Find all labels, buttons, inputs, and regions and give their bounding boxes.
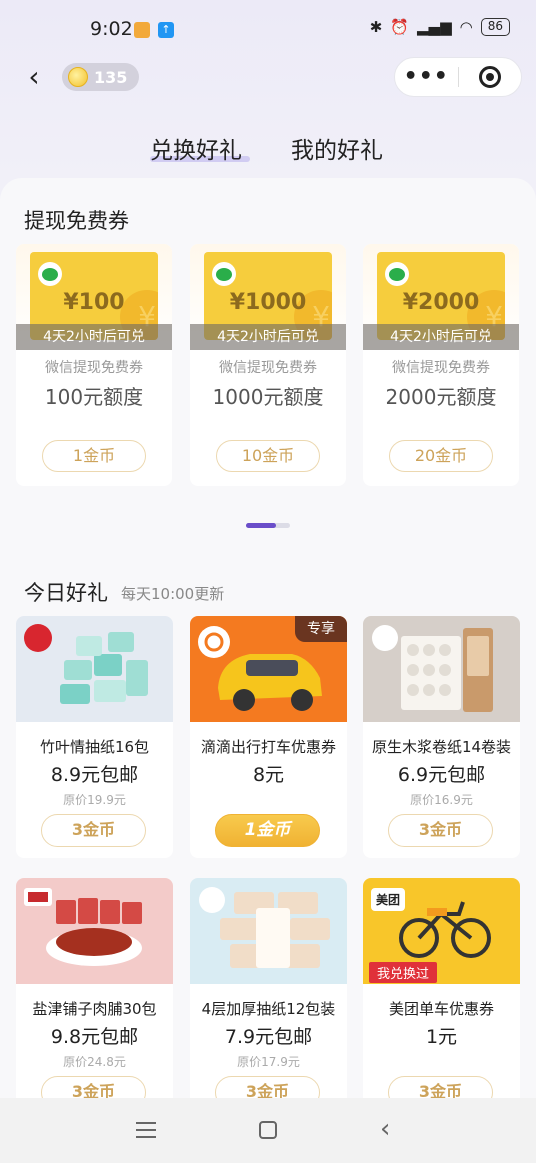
- voucher-countdown: 4天2小时后可兑: [363, 324, 519, 350]
- redeem-button[interactable]: 3金币: [388, 1076, 493, 1098]
- product-price: 7.9元包邮: [224, 1026, 313, 1048]
- exclusive-tag: 专享: [295, 616, 347, 642]
- product-image: [190, 878, 347, 984]
- redeem-button[interactable]: 3金币: [215, 1076, 320, 1098]
- product-card[interactable]: 盐津铺子肉脯30包 9.8元包邮 原价24.8元 3金币: [16, 878, 173, 1098]
- product-price: 8元: [252, 764, 285, 786]
- product-image: [16, 878, 173, 984]
- product-image: [16, 616, 173, 722]
- voucher-redeem-button[interactable]: 10金币: [216, 440, 320, 472]
- product-name: 美团单车优惠券: [388, 1000, 494, 1018]
- product-image: 美团 我兑换过: [363, 878, 520, 984]
- redeem-button[interactable]: 3金币: [388, 814, 493, 847]
- more-button[interactable]: •••: [395, 66, 458, 88]
- back-button[interactable]: ‹: [18, 62, 50, 94]
- redeem-button[interactable]: 1金币: [215, 814, 320, 847]
- product-card[interactable]: 竹叶情抽纸16包 8.9元包邮 原价19.9元 3金币: [16, 616, 173, 858]
- product-name: 4层加厚抽纸12包装: [201, 1000, 336, 1018]
- notification-icon: [134, 22, 150, 38]
- wechat-icon: [38, 262, 62, 286]
- miniapp-capsule: •••: [394, 57, 522, 97]
- product-original-price: 原价19.9元: [63, 793, 126, 807]
- wechat-icon: [212, 262, 236, 286]
- product-image: 专享: [190, 616, 347, 722]
- voucher-quota: 2000元额度: [385, 385, 497, 409]
- voucher-card[interactable]: ¥ ¥2000 4天2小时后可兑 微信提现免费券 2000元额度 20金币: [363, 244, 519, 486]
- target-icon: [478, 66, 501, 88]
- bluetooth-icon: ✱: [369, 18, 383, 36]
- voucher-name: 微信提现免费券: [45, 360, 143, 376]
- redeemed-stamp: 我兑换过: [369, 962, 438, 983]
- product-price: 1元: [425, 1026, 458, 1048]
- product-card[interactable]: 原生木浆卷纸14卷装 6.9元包邮 原价16.9元 3金币: [363, 616, 520, 858]
- daily-section-title: 今日好礼: [24, 581, 108, 605]
- wifi-icon: ◠: [459, 18, 473, 36]
- coin-balance[interactable]: 135: [62, 63, 140, 91]
- product-price: 9.8元包邮: [50, 1026, 139, 1048]
- carousel-indicator: [246, 523, 290, 528]
- voucher-countdown: 4天2小时后可兑: [16, 324, 172, 350]
- battery-indicator: 86: [480, 18, 510, 36]
- product-price: 6.9元包邮: [397, 764, 486, 786]
- product-name: 原生木浆卷纸14卷装: [371, 738, 512, 756]
- voucher-section-title: 提现免费券: [24, 209, 129, 233]
- product-original-price: 原价16.9元: [410, 793, 473, 807]
- voucher-amount: ¥2000: [402, 290, 480, 315]
- main-panel: 提现免费券 ¥ ¥100 4天2小时后可兑 微信提现免费券 100元额度 1金币…: [0, 178, 536, 1098]
- status-bar: 9:02 ↑ ✱ ⏰ ▂▄▆ ◠ 86: [0, 0, 536, 62]
- alarm-icon: ⏰: [390, 18, 410, 36]
- voucher-quota: 100元额度: [44, 385, 144, 409]
- product-name: 竹叶情抽纸16包: [39, 738, 150, 756]
- voucher-redeem-button[interactable]: 20金币: [389, 440, 493, 472]
- menu-icon[interactable]: [136, 1122, 156, 1138]
- system-nav-bar: ‹: [0, 1098, 536, 1163]
- voucher-header: ¥ ¥1000 4天2小时后可兑: [190, 244, 346, 350]
- back-icon[interactable]: ‹: [380, 1114, 390, 1144]
- voucher-name: 微信提现免费券: [219, 360, 317, 376]
- voucher-amount: ¥100: [63, 290, 125, 315]
- close-miniapp-button[interactable]: [458, 66, 521, 88]
- product-image: [363, 616, 520, 722]
- coin-count: 135: [94, 67, 128, 87]
- product-name: 盐津铺子肉脯30包: [32, 1000, 157, 1018]
- redeem-button[interactable]: 3金币: [41, 814, 146, 847]
- daily-update-note: 每天10:00更新: [121, 585, 225, 603]
- voucher-header: ¥ ¥2000 4天2小时后可兑: [363, 244, 519, 350]
- voucher-card[interactable]: ¥ ¥100 4天2小时后可兑 微信提现免费券 100元额度 1金币: [16, 244, 172, 486]
- voucher-countdown: 4天2小时后可兑: [190, 324, 346, 350]
- voucher-quota: 1000元额度: [212, 385, 324, 409]
- wechat-icon: [385, 262, 409, 286]
- product-original-price: 原价17.9元: [237, 1055, 300, 1069]
- coin-icon: [68, 67, 88, 87]
- product-card[interactable]: 4层加厚抽纸12包装 7.9元包邮 原价17.9元 3金币: [190, 878, 347, 1098]
- signal-icon: ▂▄▆: [417, 18, 452, 36]
- voucher-header: ¥ ¥100 4天2小时后可兑: [16, 244, 172, 350]
- voucher-card[interactable]: ¥ ¥1000 4天2小时后可兑 微信提现免费券 1000元额度 10金币: [190, 244, 346, 486]
- voucher-redeem-button[interactable]: 1金币: [42, 440, 146, 472]
- product-original-price: 原价24.8元: [63, 1055, 126, 1069]
- home-icon[interactable]: [259, 1121, 277, 1139]
- voucher-name: 微信提现免费券: [392, 360, 490, 376]
- product-card[interactable]: 美团 我兑换过 美团单车优惠券 1元 3金币: [363, 878, 520, 1098]
- tab-exchange[interactable]: 兑换好礼: [150, 131, 242, 165]
- tab-my-gifts[interactable]: 我的好礼: [291, 131, 383, 165]
- status-time: 9:02: [90, 18, 133, 40]
- upload-icon: ↑: [158, 22, 174, 38]
- redeem-button[interactable]: 3金币: [41, 1076, 146, 1098]
- product-name: 滴滴出行打车优惠券: [200, 738, 336, 756]
- product-card[interactable]: 专享 滴滴出行打车优惠券 8元 1金币: [190, 616, 347, 858]
- product-price: 8.9元包邮: [50, 764, 139, 786]
- voucher-amount: ¥1000: [229, 290, 307, 315]
